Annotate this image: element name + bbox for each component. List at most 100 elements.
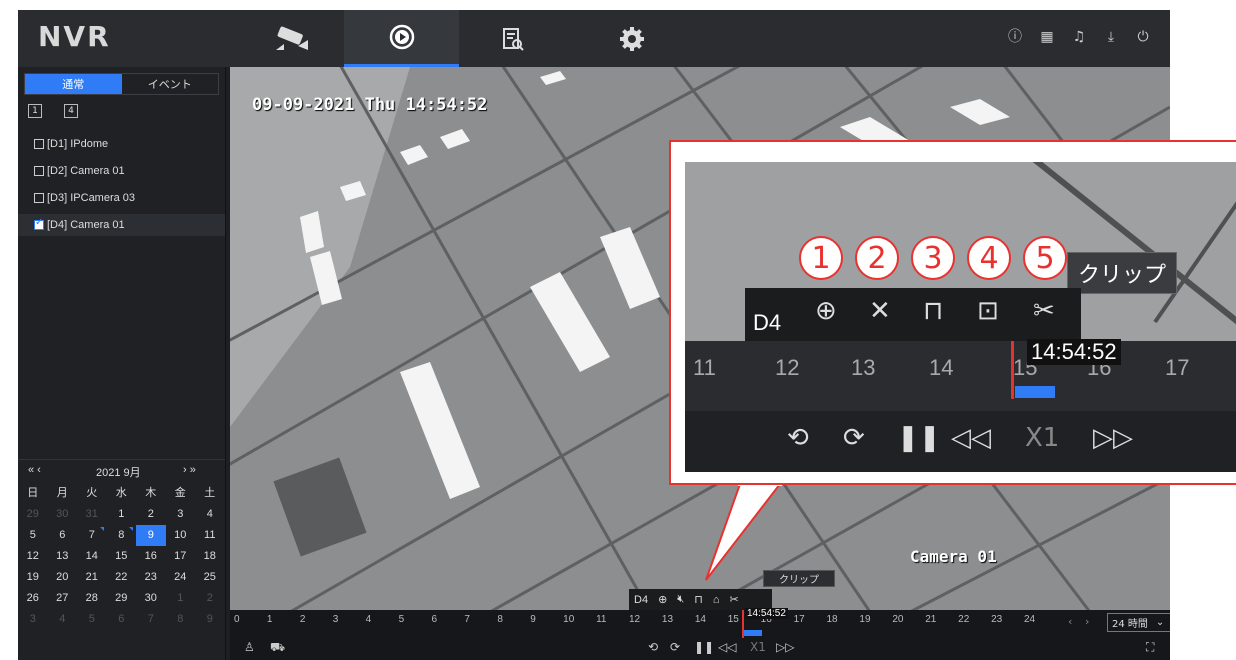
rewind-30s-icon[interactable]: ⟲ (787, 423, 809, 453)
tab-search[interactable] (454, 10, 569, 67)
timeline-tick: 24 (1024, 614, 1036, 625)
zoom-icon[interactable]: ⊕ (815, 296, 837, 326)
calendar-day[interactable]: 25 (195, 567, 225, 588)
calendar-day[interactable]: 23 (136, 567, 166, 588)
scissors-icon[interactable]: ✂ (729, 593, 738, 606)
calendar-day[interactable]: 17 (166, 546, 196, 567)
calendar-day[interactable]: 29 (107, 588, 137, 609)
calendar-day[interactable]: 3 (166, 504, 196, 525)
calendar-day[interactable]: 4 (195, 504, 225, 525)
calendar-day[interactable]: 14 (77, 546, 107, 567)
zoom-icon[interactable]: ⊕ (658, 593, 667, 606)
calendar-day[interactable]: 6 (48, 525, 78, 546)
mute-icon[interactable]: 🔇︎ (677, 593, 684, 606)
callout-channel: D4 (753, 310, 782, 335)
tab-event[interactable]: イベント (122, 74, 219, 94)
lock-icon[interactable]: ⊡ (977, 296, 999, 326)
layout-4-button[interactable]: 4 (64, 104, 78, 118)
person-icon[interactable]: ♙ (244, 640, 255, 654)
calendar-day[interactable]: 13 (48, 546, 78, 567)
calendar-next[interactable]: › » (183, 464, 196, 476)
timeline-zoom-select[interactable]: 24 時間 ⌄ (1107, 613, 1170, 632)
calendar-day[interactable]: 22 (107, 567, 137, 588)
calendar-day[interactable]: 28 (77, 588, 107, 609)
calendar-day[interactable]: 24 (166, 567, 196, 588)
calendar-day[interactable]: 30 (48, 504, 78, 525)
tab-normal[interactable]: 通常 (25, 74, 122, 94)
vehicle-icon[interactable]: ⛟ (270, 640, 285, 656)
camera-item-d3[interactable]: [D3] IPCamera 03 (18, 187, 225, 209)
power-icon[interactable]: ⏻ (1134, 28, 1152, 46)
download-icon[interactable]: ⤓ (1102, 28, 1120, 46)
calendar-day[interactable]: 9 (195, 609, 225, 630)
timeline-next-icon[interactable]: › (1085, 615, 1089, 628)
checkbox[interactable] (34, 139, 44, 149)
fullscreen-icon[interactable]: ⛶ (1146, 640, 1154, 655)
calendar-day[interactable]: 15 (107, 546, 137, 567)
calendar-day[interactable]: 3 (18, 609, 48, 630)
reverse-icon[interactable]: ◁◁ (718, 640, 736, 654)
fast-forward-icon[interactable]: ▷▷ (1093, 423, 1133, 453)
calendar-grid: 日 月 火 水 木 金 土 29 30 31 1 2 3 4 5 6 7 8 9… (18, 483, 225, 630)
checkbox[interactable] (34, 166, 44, 176)
calendar-day[interactable]: 26 (18, 588, 48, 609)
calendar-day[interactable]: 27 (48, 588, 78, 609)
bell-icon[interactable]: ♫ (1070, 28, 1088, 46)
calendar-day[interactable]: 5 (77, 609, 107, 630)
callout-content: 1 2 3 4 5 クリップ D4 ⊕ ✕ ⊓ ⊡ ✂ 11 12 13 14 … (685, 162, 1236, 472)
calendar-day[interactable]: 2 (136, 504, 166, 525)
calendar-day[interactable]: 6 (107, 609, 137, 630)
checkbox-checked[interactable] (34, 217, 44, 230)
reverse-icon[interactable]: ◁◁ (951, 423, 991, 453)
calendar-day[interactable]: 7 (77, 525, 107, 546)
calendar-day[interactable]: 12 (18, 546, 48, 567)
calendar-day[interactable]: 29 (18, 504, 48, 525)
tab-playback[interactable] (344, 10, 459, 67)
calendar-day[interactable]: 7 (136, 609, 166, 630)
calendar-day[interactable]: 20 (48, 567, 78, 588)
forward-30s-icon[interactable]: ⟳ (843, 423, 865, 453)
calendar-day[interactable]: 8 (107, 525, 137, 546)
rewind-30s-icon[interactable]: ⟲ (648, 640, 658, 654)
camera-item-d2[interactable]: [D2] Camera 01 (18, 160, 225, 182)
checkbox[interactable] (34, 193, 44, 203)
camera-item-d1[interactable]: [D1] IPdome (18, 133, 225, 155)
pause-icon[interactable]: ❚❚ (694, 640, 714, 654)
calendar-day[interactable]: 21 (77, 567, 107, 588)
bookmark-icon[interactable]: ⊓ (694, 593, 703, 606)
forward-30s-icon[interactable]: ⟳ (670, 640, 680, 654)
qr-code-icon[interactable]: ▦ (1038, 28, 1056, 46)
pause-icon[interactable]: ❚❚ (897, 423, 941, 453)
calendar-day[interactable]: 10 (166, 525, 196, 546)
calendar-day[interactable]: 16 (136, 546, 166, 567)
callout-tick: 12 (775, 355, 800, 380)
calendar-prev[interactable]: « ‹ (28, 464, 41, 476)
calendar-day[interactable]: 31 (77, 504, 107, 525)
info-icon[interactable]: ⓘ (1006, 28, 1024, 46)
calendar-day-selected[interactable]: 9 (136, 525, 166, 546)
calendar-day[interactable]: 5 (18, 525, 48, 546)
tab-settings[interactable] (574, 10, 689, 67)
timeline-tick: 17 (793, 614, 805, 625)
bookmark-icon[interactable]: ⊓ (923, 296, 943, 326)
timeline-prev-icon[interactable]: ‹ (1068, 615, 1072, 628)
mute-icon[interactable]: ✕ (869, 296, 891, 326)
fast-forward-icon[interactable]: ▷▷ (776, 640, 794, 654)
camera-item-d4[interactable]: [D4] Camera 01 (18, 214, 225, 236)
calendar-day[interactable]: 1 (107, 504, 137, 525)
calendar-day[interactable]: 1 (166, 588, 196, 609)
calendar-day[interactable]: 30 (136, 588, 166, 609)
camera-label: [D4] Camera 01 (47, 219, 125, 231)
lock-icon[interactable]: ⌂ (713, 594, 720, 606)
calendar-day[interactable]: 18 (195, 546, 225, 567)
calendar-day[interactable]: 8 (166, 609, 196, 630)
timeline[interactable]: 0 1 2 3 4 5 6 7 8 9 10 11 12 13 14 15 16 17 18 19 20 21 22 23 24… (230, 610, 1170, 638)
tab-live-view[interactable] (234, 10, 349, 67)
calendar-day[interactable]: 19 (18, 567, 48, 588)
top-bar: NVR ⓘ ▦ ♫ ⤓ ⏻ (18, 10, 1170, 67)
layout-1-button[interactable]: 1 (28, 104, 42, 118)
scissors-icon[interactable]: ✂ (1033, 296, 1055, 326)
calendar-day[interactable]: 4 (48, 609, 78, 630)
calendar-day[interactable]: 11 (195, 525, 225, 546)
calendar-day[interactable]: 2 (195, 588, 225, 609)
